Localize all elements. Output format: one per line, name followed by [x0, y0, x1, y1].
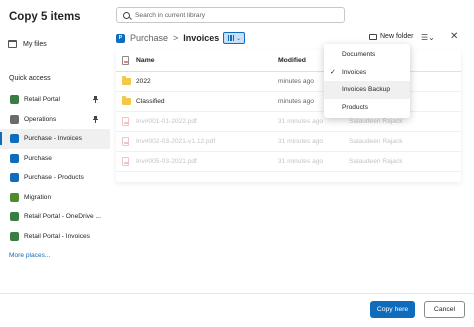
row-name: Inv#005-03-2021.pdf [136, 158, 197, 165]
sidebar-item[interactable]: Purchase - Products [0, 168, 110, 188]
library-menu-item[interactable]: Documents [324, 46, 410, 64]
sidebar-item-label: Purchase - Invoices [24, 135, 82, 143]
sidebar-item-label: Retail Portal - Invoices [24, 232, 90, 240]
pdf-file-icon [122, 137, 129, 146]
breadcrumb-parent[interactable]: Purchase [130, 33, 168, 43]
folder-icon [122, 76, 131, 85]
file-type-header-icon [116, 56, 136, 65]
row-modified-by: Salaudeen Rajack [349, 118, 403, 125]
site-icon [10, 114, 19, 124]
table-row: Inv#005-03-2021.pdf 31 minutes ago Salaude… [116, 152, 461, 172]
row-name: Classified [136, 98, 165, 105]
site-icon [10, 134, 19, 144]
pdf-file-icon [122, 157, 129, 166]
name-column-header[interactable]: Name [136, 57, 278, 64]
breadcrumb-current: Invoices [183, 33, 220, 43]
new-folder-icon [369, 33, 377, 40]
library-icon [227, 35, 235, 41]
library-menu-item[interactable]: Products [324, 99, 410, 117]
sidebar-item-label: Retail Portal - OneDrive ... [24, 213, 101, 221]
site-icon [10, 212, 19, 222]
row-modified: 31 minutes ago [278, 158, 324, 165]
site-icon [10, 192, 19, 202]
site-icon [10, 153, 19, 163]
library-menu-item[interactable]: Invoices Backup [324, 81, 410, 99]
sidebar-item-label: Purchase - Products [24, 174, 84, 182]
checkmark-icon: ✓ [330, 68, 336, 76]
site-icon [10, 173, 19, 183]
folder-icon [8, 40, 17, 48]
copy-here-button[interactable]: Copy here [370, 301, 415, 318]
new-folder-label: New folder [380, 33, 414, 40]
sidebar-item-label: Migration [24, 193, 52, 201]
row-name: Inv#002-03-2021-v1.12.pdf [136, 138, 216, 145]
search-placeholder: Search in current library [135, 11, 205, 19]
library-switcher-button[interactable]: ⌄ [223, 32, 246, 44]
breadcrumb: P Purchase > Invoices ⌄ [116, 30, 246, 46]
quick-access-heading: Quick access [9, 75, 51, 82]
row-name: 2022 [136, 78, 151, 85]
sidebar-item[interactable]: Purchase [0, 149, 110, 169]
more-places-link[interactable]: More places... [9, 252, 50, 259]
sidebar-item[interactable]: Retail Portal [0, 90, 110, 110]
library-menu-item-label: Invoices [342, 68, 367, 76]
view-options-icon[interactable]: ☰⌄ [421, 33, 435, 42]
pin-icon[interactable] [93, 96, 98, 103]
pin-icon[interactable] [93, 115, 98, 123]
site-icon [10, 231, 19, 241]
table-row: Inv#002-03-2021-v1.12.pdf 31 minutes ago S… [116, 132, 461, 152]
folder-icon [122, 96, 131, 105]
sidebar-item[interactable]: Retail Portal - Invoices [0, 227, 110, 247]
library-menu-item-label: Documents [342, 51, 376, 59]
pdf-file-icon [122, 117, 129, 126]
left-pane: Copy 5 items My files Quick access Retai… [0, 0, 110, 327]
cancel-button[interactable]: Cancel [424, 301, 465, 318]
sidebar-item-label: Retail Portal [24, 96, 60, 104]
library-menu-item-label: Products [342, 103, 369, 111]
sidebar-item[interactable]: Purchase - Invoices [0, 129, 110, 149]
search-input[interactable]: Search in current library [116, 7, 345, 23]
row-modified-by: Salaudeen Rajack [349, 138, 403, 145]
row-modified-by: Salaudeen Rajack [349, 158, 403, 165]
dialog-title: Copy 5 items [9, 11, 81, 23]
quick-access-list: Retail Portal Operations Purchase - Invoic… [0, 90, 110, 246]
sidebar-item-label: Purchase [24, 154, 52, 162]
search-icon [123, 11, 130, 19]
copy-dialog: Copy 5 items My files Quick access Retai… [0, 0, 474, 327]
row-name: Inv#001-01-2022.pdf [136, 118, 197, 125]
breadcrumb-separator: > [173, 33, 179, 43]
row-modified: 31 minutes ago [278, 138, 324, 145]
library-dropdown-menu: Documents ✓ Invoices Invoices Backup Product… [324, 44, 410, 118]
site-icon [10, 95, 19, 105]
sidebar-item[interactable]: Operations [0, 110, 110, 130]
new-folder-button[interactable]: New folder [369, 33, 413, 40]
row-modified: 31 minutes ago [278, 118, 324, 125]
site-icon: P [116, 33, 125, 43]
my-files-link[interactable]: My files [8, 40, 47, 48]
my-files-label: My files [23, 40, 47, 48]
library-menu-item[interactable]: ✓ Invoices [324, 64, 410, 82]
sidebar-item[interactable]: Retail Portal - OneDrive ... [0, 207, 110, 227]
library-menu-item-label: Invoices Backup [342, 86, 391, 94]
sidebar-item[interactable]: Migration [0, 188, 110, 208]
main-pane: Search in current library P Purchase > I… [110, 0, 474, 327]
close-icon[interactable]: ✕ [450, 31, 458, 42]
sidebar-item-label: Operations [24, 115, 57, 123]
chevron-down-icon: ⌄ [236, 35, 242, 42]
